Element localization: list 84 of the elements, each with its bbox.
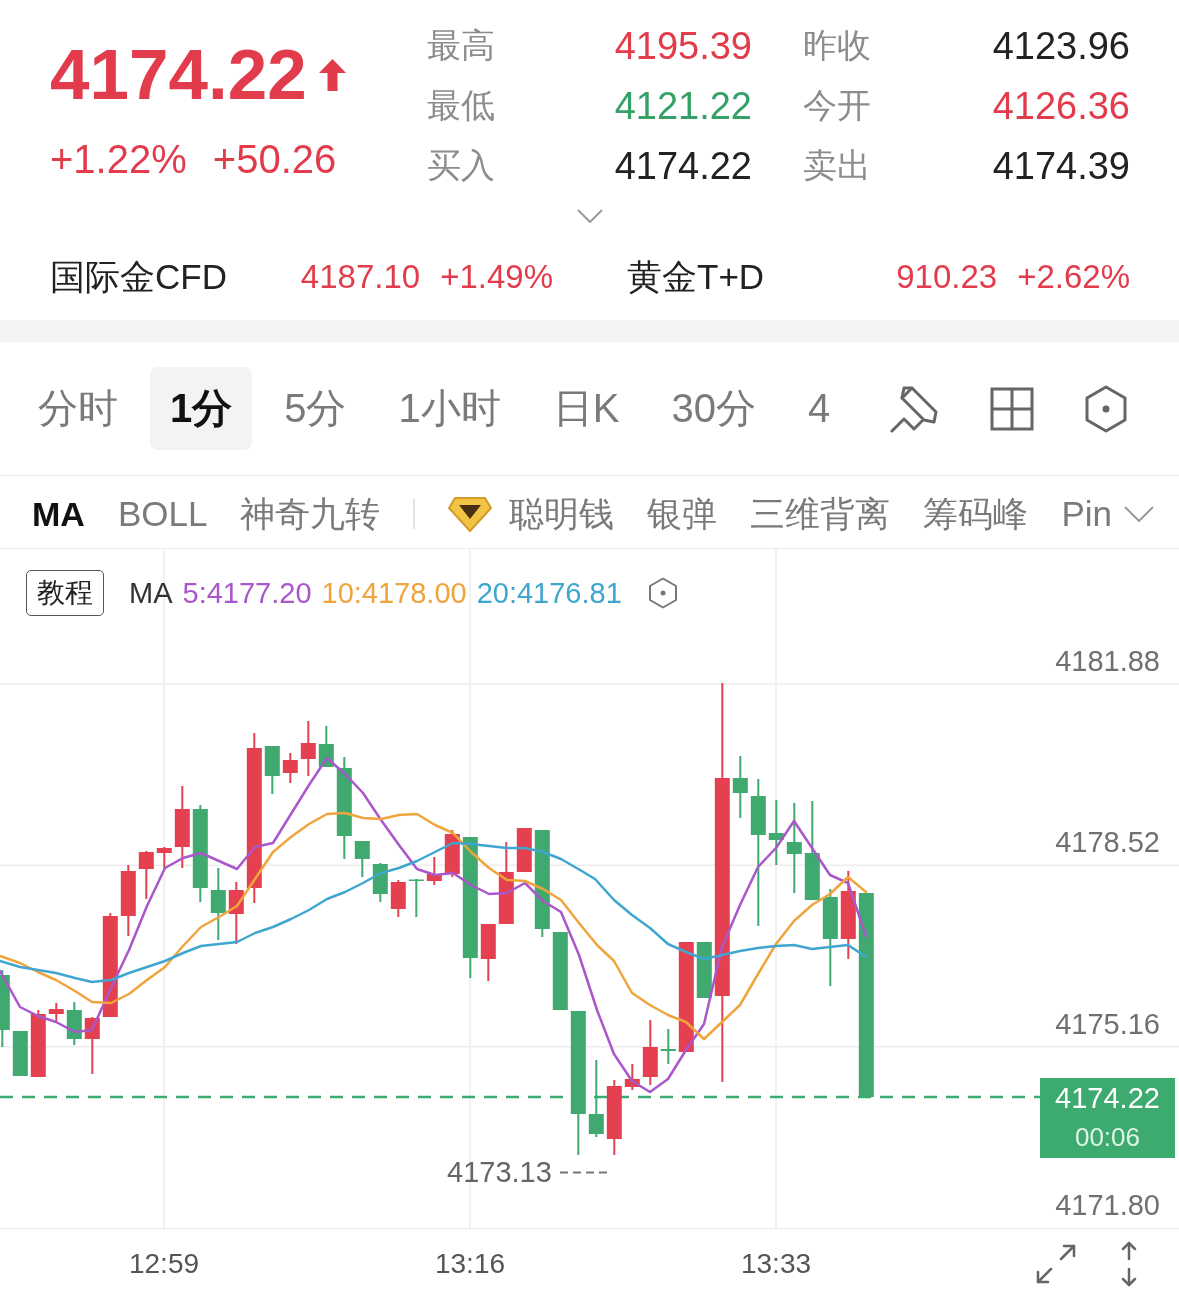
- instrument-name: 国际金CFD: [50, 255, 227, 298]
- indicator-tab[interactable]: 银弹: [647, 494, 718, 534]
- axis-label: 13:16: [434, 1247, 506, 1281]
- diamond-icon: [448, 496, 493, 532]
- candlestick: [138, 850, 154, 900]
- candlestick: [282, 752, 298, 784]
- candlestick: [66, 1001, 82, 1046]
- axis-label: 4171.80: [1055, 1190, 1160, 1220]
- instrument-name: 黄金T+D: [627, 255, 765, 298]
- candlestick: [390, 879, 406, 918]
- candlestick: [408, 878, 424, 918]
- expand-icon[interactable]: [1035, 1243, 1077, 1285]
- period-tab[interactable]: 4: [787, 367, 851, 450]
- stat-value: 4121.22: [614, 84, 752, 128]
- ma-value: 10:4178.00: [321, 576, 467, 610]
- candlestick: [228, 881, 244, 945]
- grid-icon[interactable]: [990, 386, 1034, 431]
- candlestick: [624, 1063, 640, 1091]
- axis-label: 4175.16: [1055, 1008, 1160, 1039]
- candlestick: [660, 1028, 676, 1065]
- period-tab[interactable]: 分时: [18, 367, 138, 450]
- stat-value: 4174.22: [614, 144, 752, 188]
- indicator-tab[interactable]: 聪明钱: [448, 494, 615, 534]
- stat-label: 卖出: [803, 145, 871, 186]
- period-tab[interactable]: 日K: [532, 367, 640, 450]
- candlestick: [372, 862, 388, 903]
- period-tab[interactable]: 1小时: [378, 367, 521, 450]
- leader-line: [559, 1170, 608, 1174]
- indicator-tab[interactable]: Pin: [1061, 494, 1112, 534]
- candlestick: [12, 1030, 28, 1077]
- pencil-icon[interactable]: [890, 384, 940, 433]
- candlestick: [426, 856, 442, 886]
- indicator-tab[interactable]: BOLL: [117, 494, 208, 534]
- instrument-change: +1.49%: [440, 258, 553, 296]
- low-price-label: 4173.13: [447, 1156, 552, 1188]
- change-amount: +50.26: [212, 139, 337, 179]
- stat-label: 今开: [803, 85, 871, 126]
- candlestick: [768, 799, 784, 866]
- stat-label: 最低: [427, 85, 495, 126]
- stat-label: 买入: [427, 145, 495, 186]
- last-price: 4174.22: [50, 39, 307, 111]
- axis-label: 4181.88: [1055, 646, 1160, 676]
- axis-label: 12:59: [128, 1247, 200, 1281]
- candlestick: [48, 1002, 64, 1022]
- legend-title: MA: [129, 576, 173, 610]
- stat-label: 最高: [427, 25, 495, 66]
- candlestick: [642, 1019, 658, 1086]
- tutorial-button[interactable]: 教程: [26, 570, 104, 616]
- ma-value: 20:4176.81: [476, 576, 622, 610]
- candlestick: [354, 840, 370, 878]
- period-tab[interactable]: 30分: [651, 367, 776, 450]
- indicator-tab[interactable]: 三维背离: [750, 494, 891, 534]
- candlestick: [732, 755, 748, 819]
- indicator-tab[interactable]: 神奇九转: [240, 494, 381, 534]
- stat-value: 4174.39: [992, 144, 1130, 188]
- current-price: 4174.22: [1055, 1081, 1160, 1116]
- period-tab[interactable]: 1分: [150, 367, 253, 450]
- vertical-arrows-icon[interactable]: [1120, 1241, 1138, 1287]
- candlestick: [264, 745, 280, 795]
- countdown-timer: 00:06: [1074, 1121, 1141, 1154]
- candlestick: [30, 1009, 46, 1078]
- candlestick: [480, 923, 496, 982]
- candlestick: [696, 941, 712, 999]
- chevron-down-icon[interactable]: [577, 209, 603, 223]
- instrument-price: 910.23: [896, 258, 998, 296]
- axis-label: 13:33: [740, 1247, 812, 1281]
- stat-label: 昨收: [803, 25, 871, 66]
- candlestick: [318, 725, 334, 768]
- stat-value: 4195.39: [614, 24, 752, 68]
- axis-label: 4178.52: [1055, 827, 1160, 858]
- instrument-change: +2.62%: [1017, 258, 1130, 296]
- candlestick: [300, 720, 316, 777]
- candlestick: [156, 846, 172, 871]
- instrument-price: 4187.10: [300, 258, 421, 296]
- period-tab[interactable]: 5分: [264, 367, 367, 450]
- candlestick: [84, 1016, 100, 1075]
- change-percent: +1.22%: [50, 139, 187, 179]
- indicator-tab[interactable]: MA: [32, 494, 85, 534]
- candlestick: [516, 827, 532, 873]
- stat-value: 4126.36: [992, 84, 1130, 128]
- ma-value: 5:4177.20: [182, 576, 312, 610]
- stat-value: 4123.96: [992, 24, 1130, 68]
- indicator-tab[interactable]: 筹码峰: [923, 494, 1029, 534]
- chevron-down-icon[interactable]: [1124, 506, 1154, 522]
